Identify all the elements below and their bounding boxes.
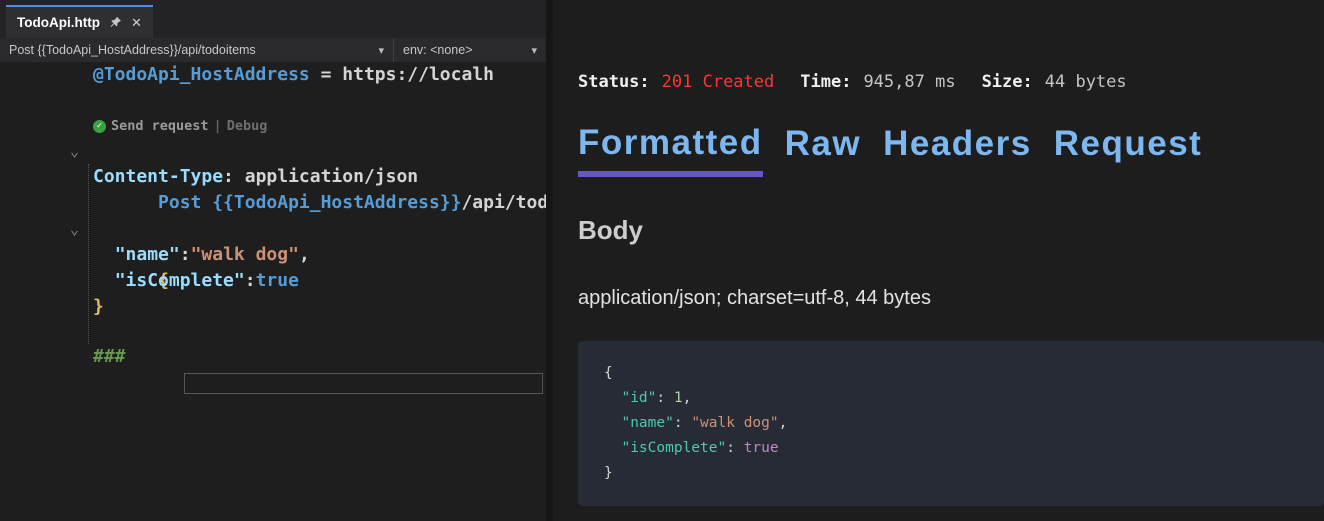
tab-headers[interactable]: Headers: [883, 125, 1032, 177]
fold-chevron-icon[interactable]: ⌄: [70, 216, 79, 242]
time-value: 945,87 ms: [863, 72, 955, 92]
debug-link[interactable]: Debug: [227, 114, 268, 138]
editor-line-blank[interactable]: [0, 88, 546, 114]
chevron-down-icon: ▾: [378, 44, 384, 57]
fold-chevron-icon[interactable]: ⌄: [70, 138, 79, 164]
status-label: Status:: [578, 72, 650, 92]
tab-request[interactable]: Request: [1054, 125, 1203, 177]
environment-selector-dropdown[interactable]: env: <none> ▾: [393, 38, 546, 62]
response-status-row: Status: 201 Created Time: 945,87 ms Size: 44 …: [578, 70, 1324, 94]
body-heading: Body: [578, 215, 1324, 246]
editor-line-open-brace[interactable]: ⌄ {: [0, 216, 546, 242]
editor-line-blank[interactable]: [0, 190, 546, 216]
request-toolbar: Post {{TodoApi_HostAddress}}/api/todoite…: [0, 38, 546, 62]
response-pane: Status: 201 Created Time: 945,87 ms Size: 44 …: [553, 0, 1324, 521]
json-line: "isComplete": true: [604, 436, 1304, 461]
current-line-highlight: [184, 373, 543, 394]
json-line: {: [604, 361, 1304, 386]
editor-line-request-delimiter[interactable]: ###: [0, 344, 546, 370]
send-request-link[interactable]: Send request: [111, 114, 209, 138]
response-body-card: { "id": 1, "name": "walk dog", "isComple…: [578, 341, 1324, 506]
tab-raw[interactable]: Raw: [785, 125, 861, 177]
json-line: "id": 1,: [604, 386, 1304, 411]
editor-line-iscomplete-property[interactable]: "isComplete":true: [0, 268, 546, 294]
size-value: 44 bytes: [1045, 72, 1127, 92]
code-editor[interactable]: @TodoApi_HostAddress = https://localh ✓ …: [0, 62, 546, 521]
request-selector-dropdown[interactable]: Post {{TodoApi_HostAddress}}/api/todoite…: [0, 38, 393, 62]
editor-current-line[interactable]: [0, 320, 546, 344]
close-icon[interactable]: ✕: [131, 15, 142, 31]
tab-title: TodoApi.http: [17, 15, 100, 30]
code-lens-divider: |: [214, 114, 222, 138]
app-window: TodoApi.http ✕ Post {{TodoApi_HostAddres…: [0, 0, 1324, 521]
editor-line-post[interactable]: ⌄ Post {{TodoApi_HostAddress}}/api/todoi…: [0, 138, 546, 164]
editor-line-name-property[interactable]: "name":"walk dog",: [0, 242, 546, 268]
request-selector-value: Post {{TodoApi_HostAddress}}/api/todoite…: [9, 43, 256, 57]
json-line: "name": "walk dog",: [604, 411, 1304, 436]
status-value: 201 Created: [662, 72, 775, 92]
editor-line-host-address[interactable]: @TodoApi_HostAddress = https://localh: [0, 62, 546, 88]
editor-line-content-type[interactable]: Content-Type: application/json: [0, 164, 546, 190]
pane-splitter[interactable]: [546, 0, 553, 521]
tab-formatted[interactable]: Formatted: [578, 124, 763, 177]
pin-icon[interactable]: [109, 16, 122, 29]
code-lens: ✓ Send request | Debug: [0, 114, 546, 138]
success-check-icon: ✓: [93, 120, 106, 133]
document-tab-bar: TodoApi.http ✕: [0, 0, 546, 38]
time-label: Time:: [800, 72, 851, 92]
editor-line-close-brace[interactable]: }: [0, 294, 546, 320]
environment-selector-value: env: <none>: [403, 43, 473, 57]
response-view-tabs: Formatted Raw Headers Request: [578, 124, 1324, 177]
content-type-line: application/json; charset=utf-8, 44 byte…: [578, 286, 1324, 311]
http-editor-pane: TodoApi.http ✕ Post {{TodoApi_HostAddres…: [0, 0, 546, 521]
size-label: Size:: [982, 72, 1033, 92]
chevron-down-icon: ▾: [531, 44, 537, 57]
tab-todoapi-http[interactable]: TodoApi.http ✕: [6, 5, 153, 38]
json-line: }: [604, 461, 1304, 486]
